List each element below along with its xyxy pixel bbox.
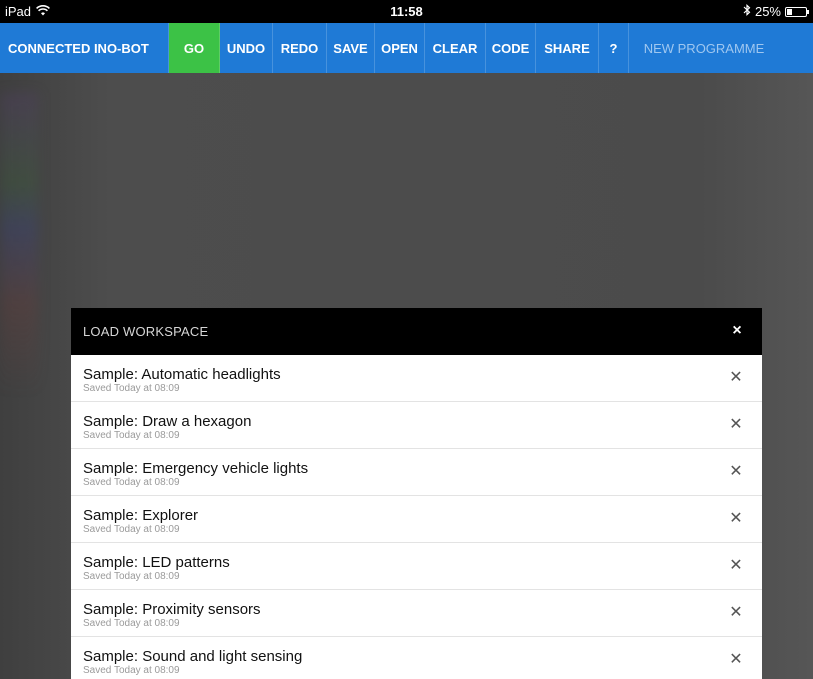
go-button[interactable]: GO [169,23,220,73]
toolbar: CONNECTED INO-BOT GO UNDO REDO SAVE OPEN… [0,23,813,73]
code-button[interactable]: CODE [486,23,536,73]
workspace-saved-time: Saved Today at 08:09 [83,571,180,582]
programme-name[interactable]: NEW PROGRAMME [629,23,779,73]
workspace-name: Sample: Draw a hexagon [83,413,252,430]
workspace-saved-time: Saved Today at 08:09 [83,665,180,676]
bluetooth-icon [743,3,751,19]
clear-button[interactable]: CLEAR [425,23,486,73]
list-item[interactable]: Sample: Proximity sensors Saved Today at … [71,590,762,637]
workspace-list: Sample: Automatic headlights Saved Today … [71,355,762,679]
list-item[interactable]: Sample: Emergency vehicle lights Saved To… [71,449,762,496]
delete-icon[interactable]: ✕ [728,557,744,575]
dialog-title: LOAD WORKSPACE [83,324,209,339]
battery-percent: 25% [754,4,781,19]
workspace-name: Sample: Proximity sensors [83,601,261,618]
help-button[interactable]: ? [599,23,629,73]
workspace-saved-time: Saved Today at 08:09 [83,618,180,629]
workspace-name: Sample: Explorer [83,507,199,524]
battery-icon [785,6,809,17]
delete-icon[interactable]: ✕ [728,463,744,481]
share-button[interactable]: SHARE [536,23,599,73]
battery-level-fill [787,8,792,15]
workspace-saved-time: Saved Today at 08:09 [83,383,180,394]
workspace-name: Sample: LED patterns [83,554,230,571]
list-item[interactable]: Sample: Draw a hexagon Saved Today at 08:… [71,402,762,449]
dialog-header: LOAD WORKSPACE × [71,308,762,355]
workspace-name: Sample: Emergency vehicle lights [83,460,309,477]
status-time: 11:58 [390,4,423,19]
delete-icon[interactable]: ✕ [728,510,744,528]
open-button[interactable]: OPEN [375,23,425,73]
save-button[interactable]: SAVE [327,23,375,73]
status-bar: iPad 11:58 25% [0,0,813,23]
list-item[interactable]: Sample: Sound and light sensing Saved Tod… [71,637,762,679]
status-right: 25% [743,3,809,19]
workspace-name: Sample: Automatic headlights [83,366,281,383]
load-workspace-dialog: LOAD WORKSPACE × Sample: Automatic headl… [71,308,762,679]
delete-icon[interactable]: ✕ [728,369,744,387]
delete-icon[interactable]: ✕ [728,604,744,622]
delete-icon[interactable]: ✕ [728,651,744,669]
undo-button[interactable]: UNDO [220,23,273,73]
delete-icon[interactable]: ✕ [728,416,744,434]
workspace-saved-time: Saved Today at 08:09 [83,477,180,488]
list-item[interactable]: Sample: Automatic headlights Saved Today … [71,355,762,402]
list-item[interactable]: Sample: Explorer Saved Today at 08:09 ✕ [71,496,762,543]
workspace-saved-time: Saved Today at 08:09 [83,430,180,441]
redo-button[interactable]: REDO [273,23,327,73]
connected-robot-button[interactable]: CONNECTED INO-BOT [0,23,169,73]
list-item[interactable]: Sample: LED patterns Saved Today at 08:09… [71,543,762,590]
close-icon[interactable]: × [728,322,746,340]
block-palette-blurred [0,93,38,393]
workspace-saved-time: Saved Today at 08:09 [83,524,180,535]
workspace-name: Sample: Sound and light sensing [83,648,303,665]
app-screen: iPad 11:58 25% CONNECTED INO-BOT GO UNDO… [0,0,813,679]
